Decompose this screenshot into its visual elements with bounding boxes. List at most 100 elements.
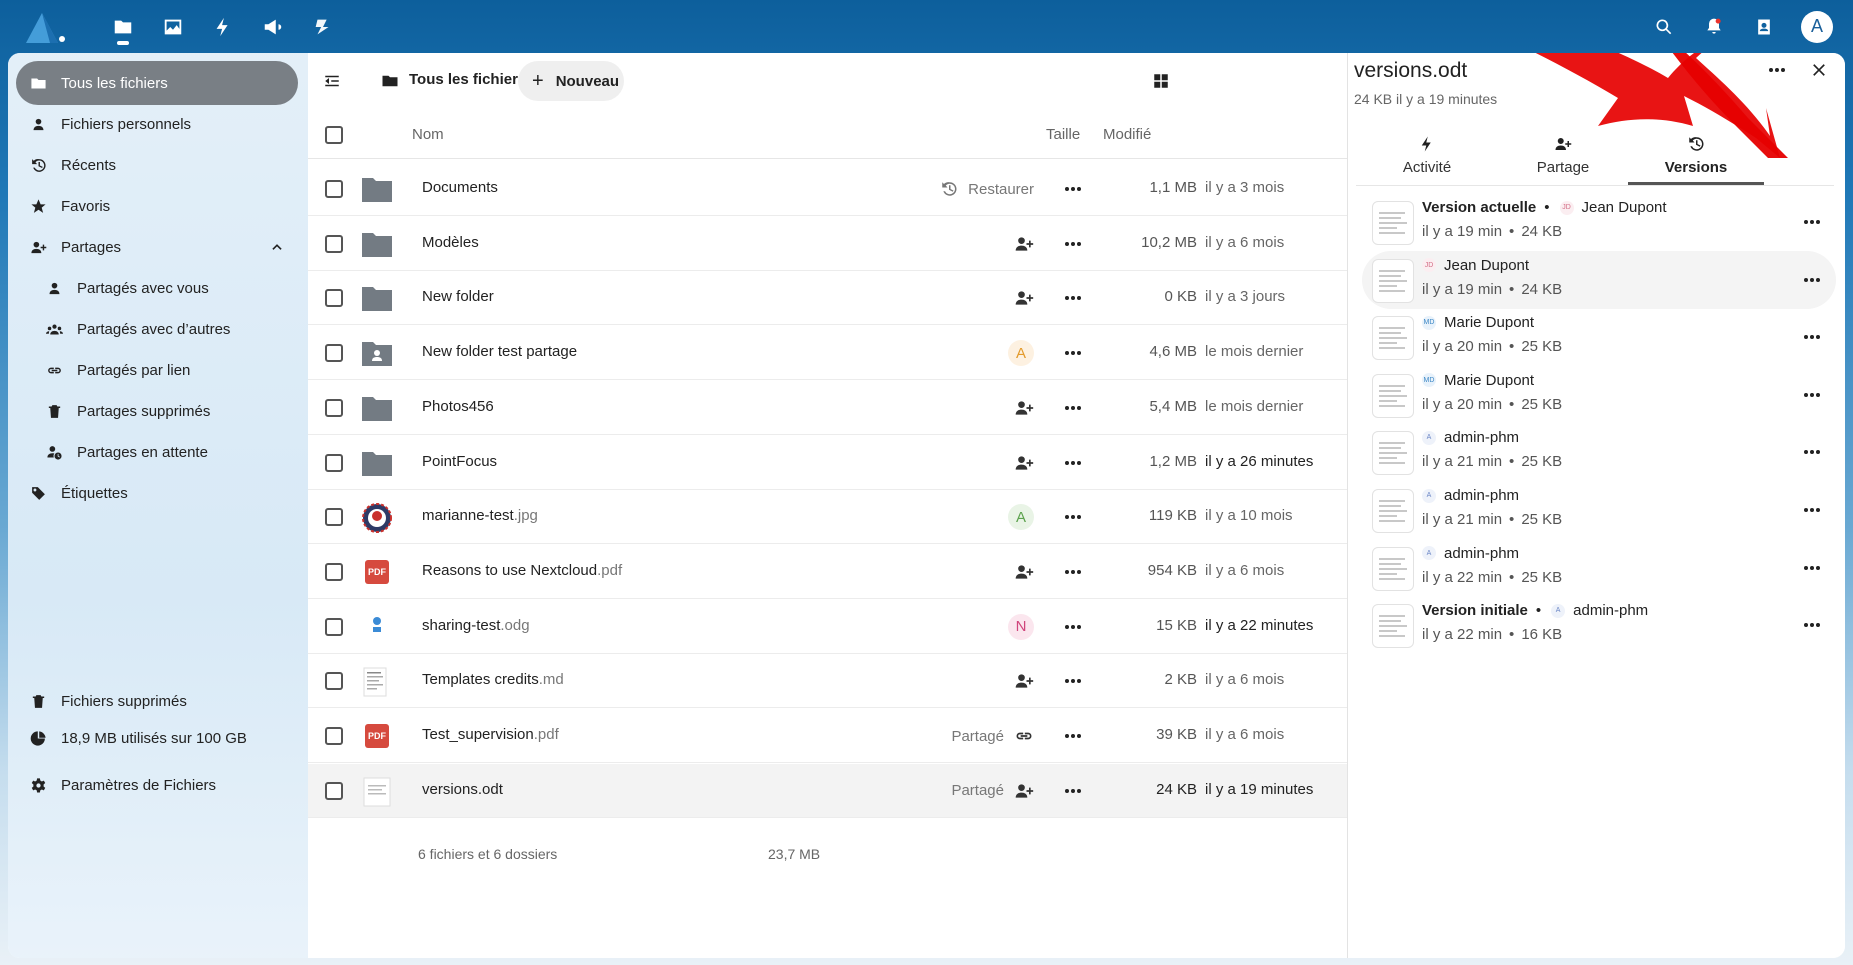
row-checkbox[interactable] bbox=[325, 672, 343, 691]
version-menu-icon[interactable] bbox=[1804, 565, 1820, 570]
file-name[interactable]: Reasons to use Nextcloud.pdf bbox=[422, 562, 622, 579]
file-name[interactable]: marianne-test.jpg bbox=[422, 507, 538, 524]
share-icon[interactable] bbox=[1014, 398, 1034, 418]
version-item[interactable]: Aadmin-phm il y a 21 min • 25 KB bbox=[1362, 481, 1836, 539]
activity-app-icon[interactable] bbox=[198, 0, 248, 53]
nav-all-files[interactable]: Tous les fichiers bbox=[16, 61, 298, 105]
row-menu-icon[interactable] bbox=[1065, 679, 1081, 684]
nav-deleted-files[interactable]: Fichiers supprimés bbox=[16, 679, 298, 723]
row-action[interactable] bbox=[1014, 561, 1034, 583]
version-item[interactable]: MD Marie Dupont il y a 20 min • 25 KB bbox=[1362, 308, 1836, 366]
version-menu-icon[interactable] bbox=[1804, 623, 1820, 628]
share-avatar[interactable]: A bbox=[1008, 340, 1034, 367]
row-menu-icon[interactable] bbox=[1065, 624, 1081, 629]
column-name[interactable]: Nom bbox=[412, 126, 444, 143]
version-item[interactable]: Version initiale • Aadmin-phm il y a 22 min… bbox=[1362, 596, 1836, 654]
version-item[interactable]: JD Jean Dupont il y a 19 min • 24 KB bbox=[1362, 250, 1836, 309]
row-action[interactable]: Partagé bbox=[951, 780, 1034, 802]
nav-shared-with-you[interactable]: Partagés avec vous bbox=[16, 266, 298, 310]
files-app-icon[interactable] bbox=[98, 0, 148, 53]
nav-favorites[interactable]: Favoris bbox=[16, 184, 298, 228]
version-menu-icon[interactable] bbox=[1804, 392, 1820, 397]
version-menu-icon[interactable] bbox=[1804, 220, 1820, 224]
row-checkbox[interactable] bbox=[325, 453, 343, 472]
file-name[interactable]: PointFocus bbox=[422, 453, 497, 470]
chevron-up-icon[interactable] bbox=[270, 240, 284, 254]
version-menu-icon[interactable] bbox=[1804, 335, 1820, 340]
file-row[interactable]: New folder test partage A 4,6 MB le mois de… bbox=[308, 326, 1347, 381]
file-name[interactable]: New folder test partage bbox=[422, 343, 577, 360]
file-name[interactable]: sharing-test.odg bbox=[422, 617, 530, 634]
contacts-icon[interactable] bbox=[1739, 0, 1789, 53]
row-menu-icon[interactable] bbox=[1065, 405, 1081, 410]
file-name[interactable]: Test_supervision.pdf bbox=[422, 726, 559, 743]
share-icon[interactable] bbox=[1014, 671, 1034, 691]
file-name[interactable]: Modèles bbox=[422, 234, 479, 251]
file-row[interactable]: PDF Test_supervision.pdf Partagé 39 KB il y … bbox=[308, 709, 1347, 763]
row-checkbox[interactable] bbox=[325, 289, 343, 308]
row-action[interactable]: Restaurer bbox=[940, 178, 1034, 200]
nav-pending-shares[interactable]: Partages en attente bbox=[16, 430, 298, 474]
nav-files-settings[interactable]: Paramètres de Fichiers bbox=[16, 763, 298, 807]
file-name[interactable]: Documents bbox=[422, 179, 498, 196]
nav-personal-files[interactable]: Fichiers personnels bbox=[16, 102, 298, 146]
row-action[interactable]: A bbox=[1008, 504, 1034, 531]
toggle-navigation-icon[interactable] bbox=[323, 72, 341, 90]
row-checkbox[interactable] bbox=[325, 562, 343, 581]
row-menu-icon[interactable] bbox=[1065, 351, 1081, 356]
row-action[interactable] bbox=[1014, 233, 1034, 255]
nav-shared-with-others[interactable]: Partagés avec d’autres bbox=[16, 307, 298, 351]
row-menu-icon[interactable] bbox=[1065, 515, 1081, 520]
row-checkbox[interactable] bbox=[325, 508, 343, 527]
photos-app-icon[interactable] bbox=[148, 0, 198, 53]
row-action[interactable]: A bbox=[1008, 340, 1034, 367]
share-avatar[interactable]: N bbox=[1008, 613, 1034, 640]
share-icon[interactable] bbox=[1014, 288, 1034, 308]
row-checkbox[interactable] bbox=[325, 234, 343, 253]
share-avatar[interactable]: A bbox=[1008, 504, 1034, 531]
file-row[interactable]: New folder 0 KB il y a 3 jours bbox=[308, 271, 1347, 326]
row-action[interactable] bbox=[1014, 670, 1034, 692]
file-row[interactable]: versions.odt Partagé 24 KB il y a 19 minute… bbox=[308, 763, 1347, 818]
file-row[interactable]: sharing-test.odg N 15 KB il y a 22 minutes bbox=[308, 600, 1347, 654]
row-action[interactable] bbox=[1014, 397, 1034, 419]
version-menu-icon[interactable] bbox=[1804, 277, 1820, 282]
share-icon[interactable] bbox=[1014, 453, 1034, 473]
row-menu-icon[interactable] bbox=[1065, 241, 1081, 246]
file-row[interactable]: Modèles 10,2 MB il y a 6 mois bbox=[308, 217, 1347, 271]
nav-tags[interactable]: Étiquettes bbox=[16, 471, 298, 515]
deck-app-icon[interactable] bbox=[298, 0, 348, 53]
nextcloud-logo[interactable] bbox=[22, 7, 68, 47]
share-icon[interactable] bbox=[1014, 562, 1034, 582]
nav-deleted-shares[interactable]: Partages supprimés bbox=[16, 389, 298, 433]
new-button[interactable]: + Nouveau bbox=[518, 61, 624, 101]
version-menu-icon[interactable] bbox=[1804, 508, 1820, 512]
share-icon[interactable] bbox=[1014, 781, 1034, 801]
breadcrumb[interactable]: Tous les fichiers bbox=[409, 71, 526, 88]
row-action[interactable]: Partagé bbox=[951, 725, 1034, 747]
row-menu-icon[interactable] bbox=[1065, 460, 1081, 465]
row-action[interactable] bbox=[1014, 287, 1034, 309]
file-row[interactable]: PointFocus 1,2 MB il y a 26 minutes bbox=[308, 436, 1347, 490]
file-name[interactable]: Templates credits.md bbox=[422, 671, 564, 688]
version-menu-icon[interactable] bbox=[1804, 450, 1820, 455]
user-avatar[interactable]: A bbox=[1801, 10, 1833, 43]
version-item[interactable]: MD Marie Dupont il y a 20 min • 25 KB bbox=[1362, 366, 1836, 424]
nav-recent[interactable]: Récents bbox=[16, 143, 298, 187]
row-checkbox[interactable] bbox=[325, 617, 343, 636]
file-row[interactable]: Documents Restaurer 1,1 MB il y a 3 mois bbox=[308, 162, 1347, 216]
file-row[interactable]: PDF Reasons to use Nextcloud.pdf 954 KB il … bbox=[308, 545, 1347, 599]
share-icon[interactable] bbox=[1014, 234, 1034, 254]
announcements-app-icon[interactable] bbox=[248, 0, 298, 53]
notifications-icon[interactable] bbox=[1689, 0, 1739, 53]
file-row[interactable]: Photos456 5,4 MB le mois dernier bbox=[308, 381, 1347, 435]
row-checkbox[interactable] bbox=[325, 180, 343, 198]
file-row[interactable]: marianne-test.jpg A 119 KB il y a 10 mois bbox=[308, 490, 1347, 545]
file-name[interactable]: Photos456 bbox=[422, 398, 494, 415]
select-all-checkbox[interactable] bbox=[325, 126, 343, 144]
restore-label[interactable]: Restaurer bbox=[968, 181, 1034, 198]
row-checkbox[interactable] bbox=[325, 398, 343, 417]
file-row[interactable]: Templates credits.md 2 KB il y a 6 mois bbox=[308, 654, 1347, 709]
version-item[interactable]: Aadmin-phm il y a 21 min • 25 KB bbox=[1362, 423, 1836, 481]
nav-shared-by-link[interactable]: Partagés par lien bbox=[16, 348, 298, 392]
